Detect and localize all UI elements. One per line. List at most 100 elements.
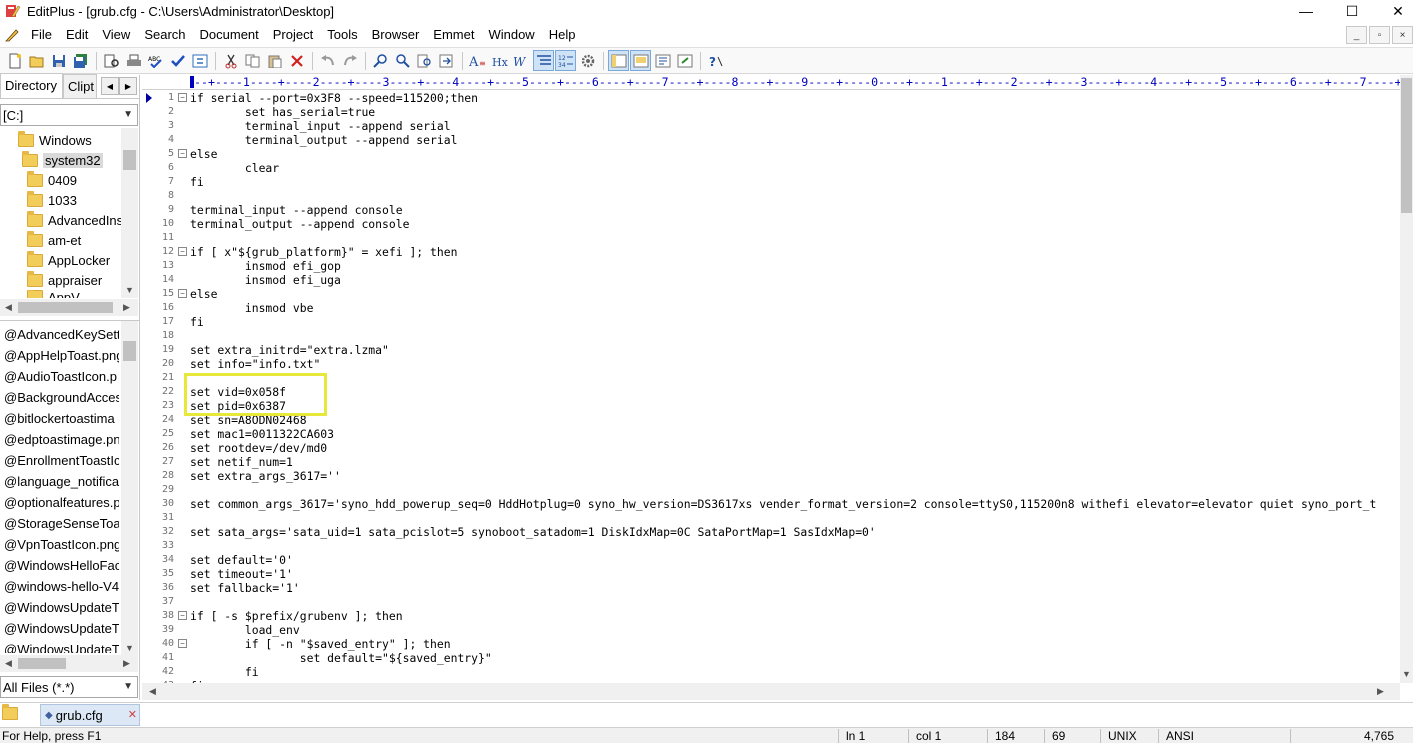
code-line[interactable]: set info="info.txt" bbox=[190, 357, 320, 371]
code-line[interactable]: fi bbox=[190, 665, 259, 679]
open-icon[interactable] bbox=[26, 50, 47, 71]
tree-item-windows[interactable]: Windows bbox=[18, 130, 92, 150]
list-item[interactable]: @edptoastimage.pn bbox=[4, 429, 119, 450]
tree-item-advancedinstallers[interactable]: AdvancedIns bbox=[27, 210, 123, 230]
list-item[interactable]: @optionalfeatures.p bbox=[4, 492, 119, 513]
tree-horizontal-scrollbar[interactable]: ◀ ▶ bbox=[0, 299, 138, 316]
scrollbar-thumb[interactable] bbox=[18, 302, 113, 313]
list-item[interactable]: @WindowsUpdateT bbox=[4, 639, 119, 653]
menu-project[interactable]: Project bbox=[266, 24, 320, 46]
scroll-right-icon[interactable]: ▶ bbox=[118, 299, 135, 316]
sync-icon[interactable] bbox=[189, 50, 210, 71]
fold-toggle-icon[interactable]: − bbox=[178, 289, 187, 298]
heading-icon[interactable]: Hx bbox=[489, 50, 510, 71]
undo-icon[interactable] bbox=[317, 50, 338, 71]
font-icon[interactable]: A ≡ bbox=[467, 50, 488, 71]
mdi-minimize-button[interactable]: _ bbox=[1346, 26, 1367, 44]
view-panel-icon[interactable] bbox=[608, 50, 629, 71]
status-file-format[interactable]: UNIX bbox=[1108, 728, 1137, 743]
find-in-files-icon[interactable] bbox=[414, 50, 435, 71]
menu-tools[interactable]: Tools bbox=[320, 24, 364, 46]
maximize-button[interactable]: ☐ bbox=[1329, 0, 1375, 22]
code-line[interactable]: set timeout='1' bbox=[190, 567, 293, 581]
new-file-icon[interactable] bbox=[4, 50, 25, 71]
goto-icon[interactable] bbox=[436, 50, 457, 71]
code-line[interactable]: terminal_input --append console bbox=[190, 203, 403, 217]
scrollbar-thumb[interactable] bbox=[123, 150, 136, 170]
delete-icon[interactable] bbox=[286, 50, 307, 71]
save-all-icon[interactable] bbox=[70, 50, 91, 71]
file-list-horizontal-scrollbar[interactable]: ◀ ▶ bbox=[0, 655, 138, 672]
list-item[interactable]: @WindowsUpdateT bbox=[4, 618, 119, 639]
code-line[interactable]: set extra_args_3617='' bbox=[190, 469, 341, 483]
code-line[interactable]: set common_args_3617='syno_hdd_powerup_s… bbox=[190, 497, 1376, 511]
fold-toggle-icon[interactable]: − bbox=[178, 93, 187, 102]
code-line[interactable]: set has_serial=true bbox=[190, 105, 375, 119]
tree-item-am-et[interactable]: am-et bbox=[27, 230, 81, 250]
menu-emmet[interactable]: Emmet bbox=[426, 24, 481, 46]
scrollbar-thumb[interactable] bbox=[1401, 78, 1412, 213]
tab-scroll-right-icon[interactable]: ▶ bbox=[119, 77, 137, 95]
scroll-left-icon[interactable]: ◀ bbox=[0, 655, 17, 672]
scroll-down-icon[interactable]: ▼ bbox=[121, 281, 138, 298]
close-button[interactable]: ✕ bbox=[1375, 0, 1413, 22]
code-line[interactable]: set extra_initrd="extra.lzma" bbox=[190, 343, 389, 357]
tree-item-appv[interactable]: AppV bbox=[27, 290, 80, 298]
code-line[interactable]: set fallback='1' bbox=[190, 581, 300, 595]
list-item[interactable]: @StorageSenseToa bbox=[4, 513, 119, 534]
code-line[interactable]: if [ -n "$saved_entry" ]; then bbox=[190, 637, 451, 651]
menu-window[interactable]: Window bbox=[481, 24, 541, 46]
help-icon[interactable]: ? bbox=[705, 50, 726, 71]
file-list-vertical-scrollbar[interactable]: ▼ bbox=[121, 321, 138, 655]
code-line[interactable]: terminal_input --append serial bbox=[190, 119, 451, 133]
code-line[interactable]: terminal_output --append serial bbox=[190, 133, 458, 147]
tree-item-0409[interactable]: 0409 bbox=[27, 170, 77, 190]
mdi-close-button[interactable]: × bbox=[1392, 26, 1413, 44]
list-item[interactable]: @AppHelpToast.png bbox=[4, 345, 119, 366]
mdi-restore-button[interactable]: ▫ bbox=[1369, 26, 1390, 44]
print-icon[interactable] bbox=[123, 50, 144, 71]
scrollbar-thumb[interactable] bbox=[123, 341, 136, 361]
code-line[interactable]: set rootdev=/dev/md0 bbox=[190, 441, 327, 455]
tree-item-system32[interactable]: system32 bbox=[22, 150, 103, 170]
code-line[interactable]: set mac1=0011322CA603 bbox=[190, 427, 334, 441]
code-editor[interactable]: 1−2 3 4 5−6 7 8 9 10 11 12−13 14 15−16 17 18 19 20 21 22 2… bbox=[142, 90, 1400, 683]
tree-item-1033[interactable]: 1033 bbox=[27, 190, 77, 210]
list-item[interactable]: @windows-hello-V4 bbox=[4, 576, 119, 597]
view-fullscreen-icon[interactable] bbox=[674, 50, 695, 71]
code-line[interactable]: set default='0' bbox=[190, 553, 293, 567]
view-output-icon[interactable] bbox=[630, 50, 651, 71]
save-icon[interactable] bbox=[48, 50, 69, 71]
list-item[interactable]: @WindowsHelloFac bbox=[4, 555, 119, 576]
list-item[interactable]: @bitlockertoastima bbox=[4, 408, 119, 429]
tree-vertical-scrollbar[interactable]: ▼ bbox=[121, 128, 138, 298]
fold-toggle-icon[interactable]: − bbox=[178, 611, 187, 620]
scroll-left-icon[interactable]: ◀ bbox=[144, 683, 161, 700]
fold-toggle-icon[interactable]: − bbox=[178, 149, 187, 158]
editor-horizontal-scrollbar[interactable]: ◀ ▶ bbox=[142, 683, 1400, 700]
menu-search[interactable]: Search bbox=[137, 24, 192, 46]
tab-scroll-left-icon[interactable]: ◀ bbox=[101, 77, 119, 95]
code-line[interactable]: load_env bbox=[190, 623, 300, 637]
view-cliptext-icon[interactable] bbox=[652, 50, 673, 71]
code-line[interactable]: clear bbox=[190, 161, 279, 175]
list-item[interactable]: @WindowsUpdateT bbox=[4, 597, 119, 618]
spell-check-icon[interactable]: ABC bbox=[145, 50, 166, 71]
list-item[interactable]: @AudioToastIcon.p bbox=[4, 366, 119, 387]
print-preview-icon[interactable] bbox=[101, 50, 122, 71]
code-line[interactable]: set sata_args='sata_uid=1 sata_pcislot=5… bbox=[190, 525, 876, 539]
fold-toggle-icon[interactable]: − bbox=[178, 639, 187, 648]
replace-icon[interactable] bbox=[392, 50, 413, 71]
fold-toggle-icon[interactable]: − bbox=[178, 247, 187, 256]
cut-icon[interactable] bbox=[220, 50, 241, 71]
editor-vertical-scrollbar[interactable]: ▼ bbox=[1400, 75, 1413, 683]
list-item[interactable]: @VpnToastIcon.png bbox=[4, 534, 119, 555]
indent-icon[interactable] bbox=[533, 50, 554, 71]
scroll-right-icon[interactable]: ▶ bbox=[118, 655, 135, 672]
document-pencil-icon[interactable] bbox=[4, 27, 20, 43]
code-line[interactable]: if [ x"${grub_platform}" = xefi ]; then bbox=[190, 245, 457, 259]
scroll-down-icon[interactable]: ▼ bbox=[1398, 665, 1413, 682]
drive-select[interactable]: [C:] ▼ bbox=[0, 104, 138, 126]
code-line[interactable]: fi bbox=[190, 175, 204, 189]
scroll-right-icon[interactable]: ▶ bbox=[1372, 683, 1389, 700]
